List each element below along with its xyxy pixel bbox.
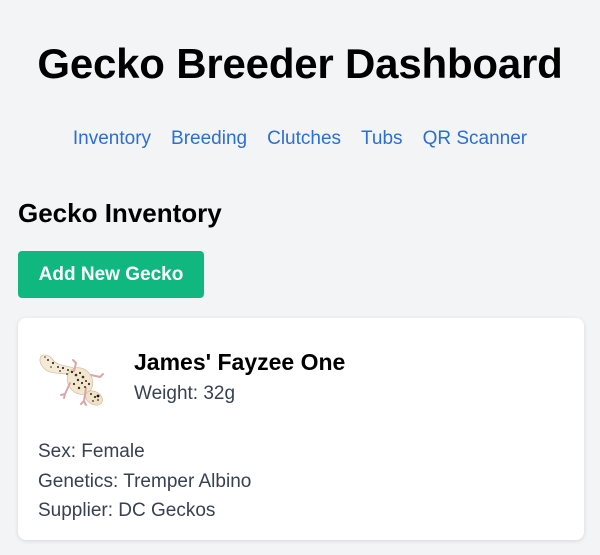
gecko-sex: Sex: Female — [38, 441, 145, 462]
nav-link-tubs[interactable]: Tubs — [361, 127, 403, 151]
nav-link-breeding[interactable]: Breeding — [171, 127, 247, 151]
add-gecko-button[interactable]: Add New Gecko — [18, 251, 204, 298]
gecko-details: Sex: Female Genetics: Tremper Albino Sup… — [38, 437, 251, 526]
nav-link-inventory[interactable]: Inventory — [73, 127, 151, 151]
gecko-weight: Weight: 32g — [134, 383, 236, 404]
main-nav: Inventory Breeding Clutches Tubs QR Scan… — [0, 127, 600, 151]
gecko-name: James' Fayzee One — [134, 349, 346, 375]
gecko-card[interactable]: James' Fayzee One Weight: 32g Sex: Femal… — [18, 318, 584, 540]
gecko-genetics: Genetics: Tremper Albino — [38, 470, 252, 492]
page-title: Gecko Breeder Dashboard — [37, 40, 563, 87]
nav-link-qr-scanner[interactable]: QR Scanner — [423, 127, 528, 151]
gecko-supplier: Supplier: DC Geckos — [38, 500, 216, 521]
section-title: Gecko Inventory — [18, 198, 222, 228]
leopard-gecko-photo — [39, 354, 104, 406]
nav-link-clutches[interactable]: Clutches — [267, 127, 341, 151]
